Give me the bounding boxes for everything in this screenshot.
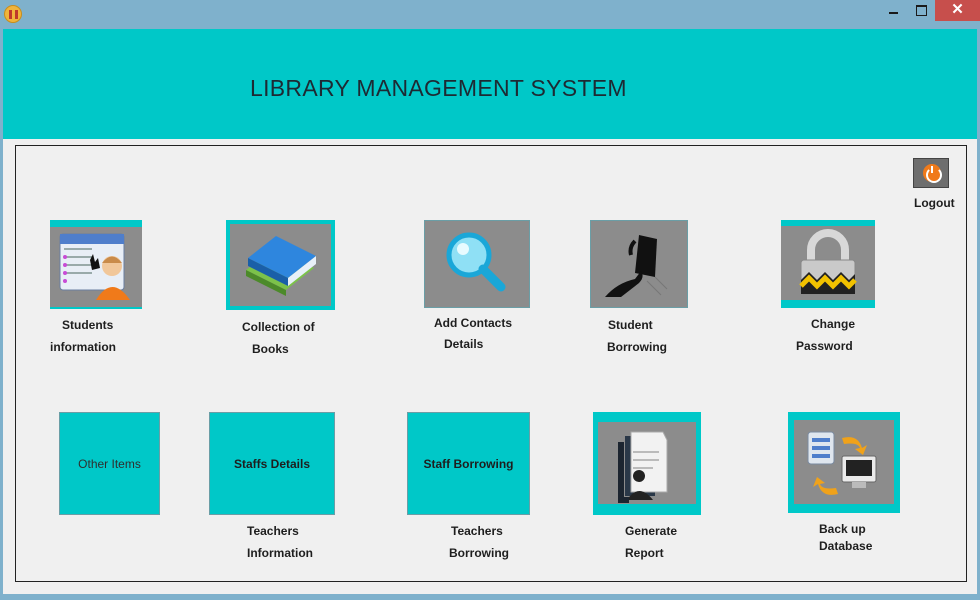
password-label-line2: Password	[796, 339, 853, 353]
borrowing-label-line2: Borrowing	[607, 340, 667, 354]
teachers-borrow-label-line1: Teachers	[451, 524, 503, 538]
change-password-button[interactable]	[781, 220, 875, 308]
handover-icon	[605, 235, 668, 297]
logout-label: Logout	[914, 196, 955, 210]
teachers-info-label-line2: Information	[247, 546, 313, 560]
student-card-icon	[50, 227, 142, 307]
app-icon	[4, 5, 22, 23]
students-label-line2: information	[50, 340, 116, 354]
students-information-button[interactable]	[50, 220, 142, 309]
teachers-borrow-label-line2: Borrowing	[449, 546, 509, 560]
contacts-label-line2: Details	[444, 337, 484, 351]
page-title: LIBRARY MANAGEMENT SYSTEM	[250, 75, 627, 101]
other-items-button[interactable]: Other Items	[59, 412, 160, 515]
main-window: LIBRARY MANAGEMENT SYSTEM Logout Student…	[3, 29, 977, 594]
generate-report-button[interactable]	[593, 412, 701, 515]
logout-button[interactable]	[913, 158, 949, 188]
collection-of-books-button[interactable]	[226, 220, 335, 310]
backup-label-line1: Back up	[819, 522, 866, 536]
report-icon	[598, 422, 696, 504]
minimize-button[interactable]	[880, 0, 908, 21]
maximize-button[interactable]	[908, 0, 934, 21]
staff-borrowing-button[interactable]: Staff Borrowing	[407, 412, 530, 515]
borrowing-label-line1: Student	[608, 318, 653, 332]
books-label-line2: Books	[252, 342, 289, 356]
contacts-label-line1: Add Contacts	[434, 316, 512, 330]
padlock-icon	[781, 226, 875, 300]
backup-database-button[interactable]	[788, 412, 900, 513]
power-icon	[931, 166, 933, 173]
close-button[interactable]: ✕	[935, 0, 980, 21]
students-label-line1: Students	[62, 318, 114, 332]
books-icon	[230, 224, 331, 306]
add-contacts-details-button[interactable]	[424, 220, 530, 308]
teachers-info-label-line1: Teachers	[247, 524, 299, 538]
dashboard-panel: Logout Students information Collection o…	[15, 145, 967, 582]
backup-icon	[794, 420, 894, 504]
report-label-line2: Report	[625, 546, 664, 560]
report-label-line1: Generate	[625, 524, 678, 538]
window-titlebar: ✕	[0, 0, 980, 29]
student-borrowing-button[interactable]	[590, 220, 688, 308]
window-bottom-border	[0, 594, 980, 600]
magnifier-icon	[446, 232, 506, 292]
backup-label-line2: Database	[819, 539, 873, 553]
staffs-details-button[interactable]: Staffs Details	[209, 412, 335, 515]
books-label-line1: Collection of	[242, 320, 315, 334]
header-banner: LIBRARY MANAGEMENT SYSTEM	[3, 29, 977, 139]
password-label-line1: Change	[811, 317, 856, 331]
